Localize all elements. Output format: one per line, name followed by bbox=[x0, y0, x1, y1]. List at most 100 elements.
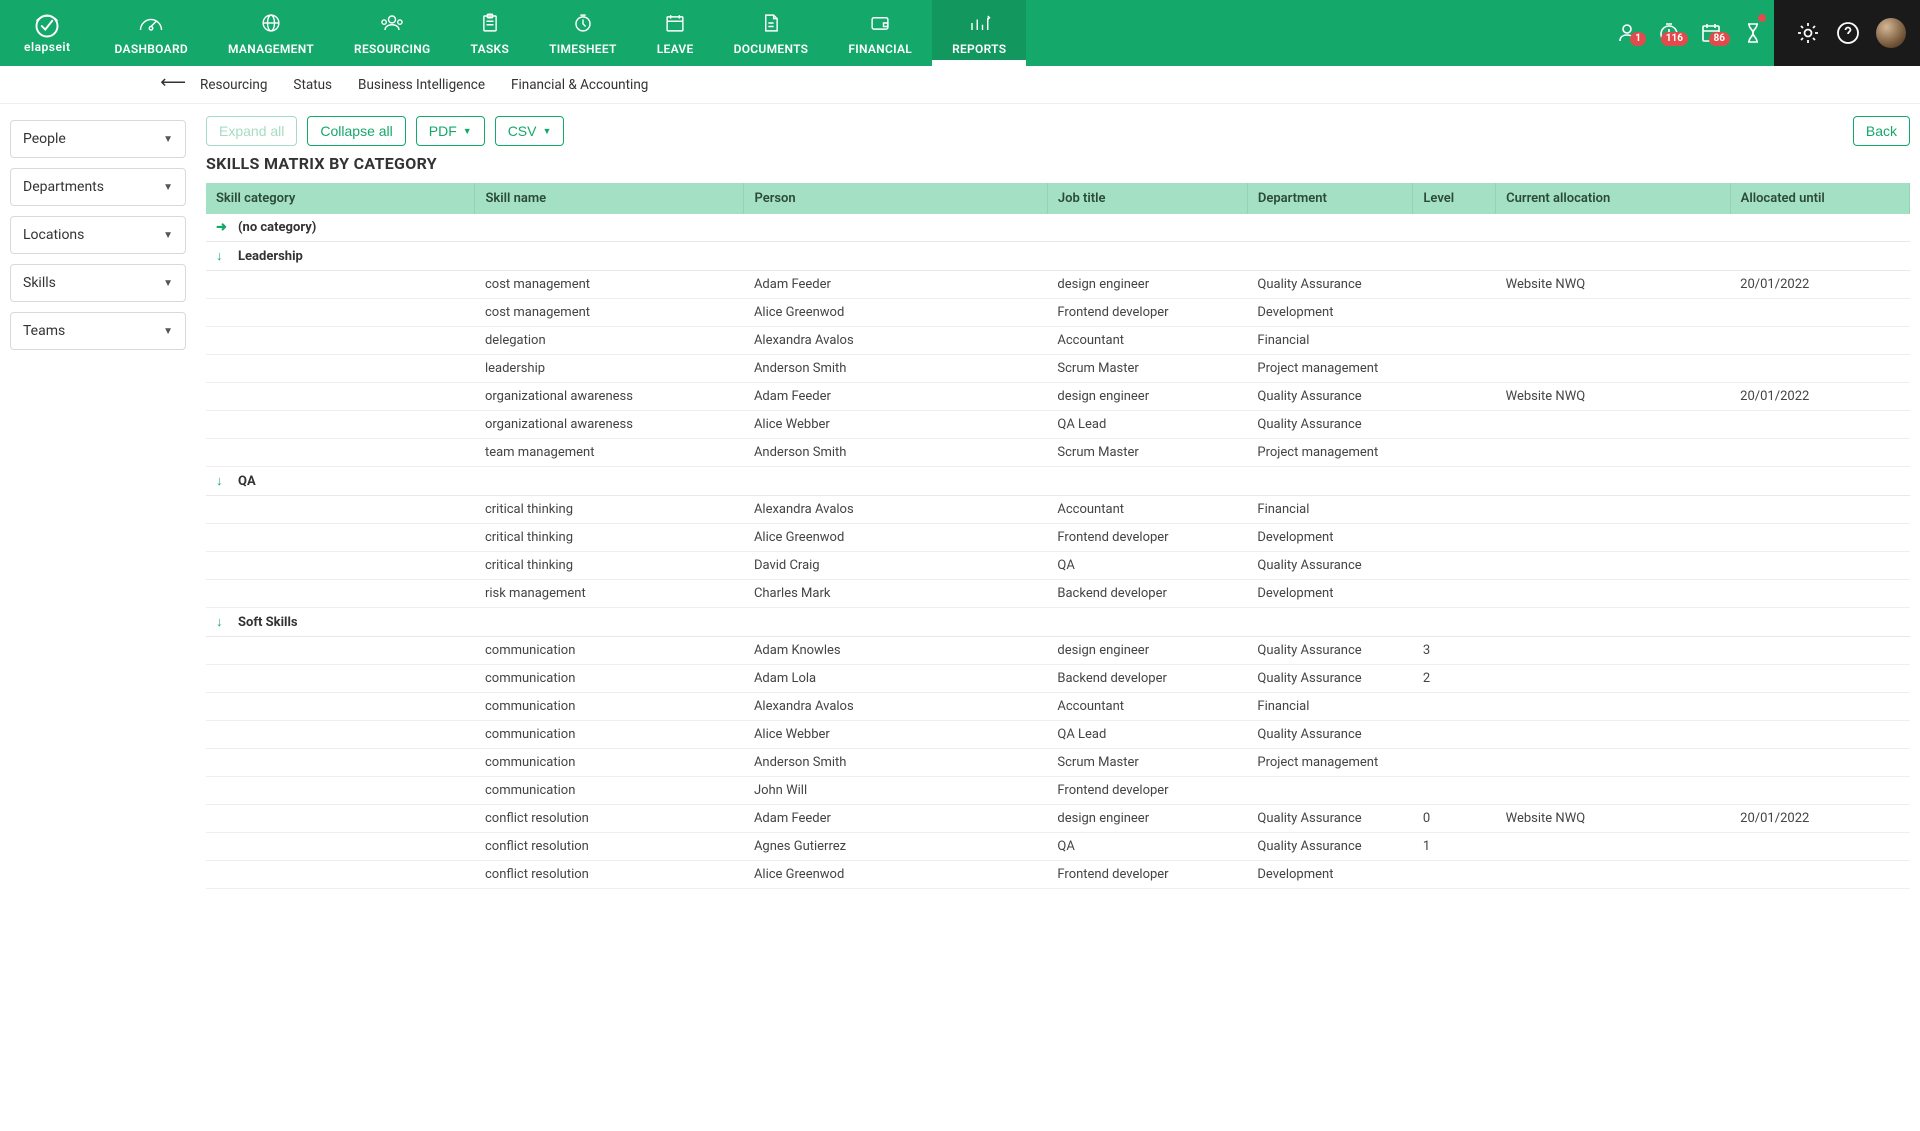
filter-people[interactable]: People▼ bbox=[10, 120, 186, 158]
nav-financial[interactable]: FINANCIAL bbox=[828, 0, 932, 66]
nav-utility bbox=[1774, 0, 1920, 66]
cell bbox=[1496, 833, 1730, 861]
th-skill[interactable]: Skill name bbox=[475, 183, 744, 214]
caret-down-icon: ▼ bbox=[542, 126, 551, 136]
th-person[interactable]: Person bbox=[744, 183, 1047, 214]
nav-items: DASHBOARD MANAGEMENT RESOURCING TASKS TI… bbox=[95, 0, 1606, 66]
th-job[interactable]: Job title bbox=[1047, 183, 1247, 214]
cell: Quality Assurance bbox=[1247, 637, 1413, 665]
filter-skills[interactable]: Skills▼ bbox=[10, 264, 186, 302]
table-row[interactable]: risk managementCharles MarkBackend devel… bbox=[206, 580, 1910, 608]
cell: cost management bbox=[475, 271, 744, 299]
settings-icon[interactable] bbox=[1796, 21, 1820, 45]
table-row[interactable]: critical thinkingAlice GreenwodFrontend … bbox=[206, 524, 1910, 552]
cell bbox=[206, 693, 475, 721]
help-icon[interactable] bbox=[1836, 21, 1860, 45]
nav-timesheet[interactable]: TIMESHEET bbox=[529, 0, 637, 66]
table-row[interactable]: communicationAnderson SmithScrum MasterP… bbox=[206, 749, 1910, 777]
notif-calendar[interactable]: 86 bbox=[1690, 0, 1732, 66]
nav-reports[interactable]: REPORTS bbox=[932, 0, 1026, 66]
nav-tasks[interactable]: TASKS bbox=[451, 0, 530, 66]
pdf-button[interactable]: PDF▼ bbox=[416, 116, 485, 146]
group-row[interactable]: ↓QA bbox=[206, 467, 1910, 496]
table-row[interactable]: leadershipAnderson SmithScrum MasterProj… bbox=[206, 355, 1910, 383]
back-button[interactable]: Back bbox=[1853, 116, 1910, 146]
cell bbox=[1496, 580, 1730, 608]
cell: critical thinking bbox=[475, 496, 744, 524]
table-row[interactable]: critical thinkingAlexandra AvalosAccount… bbox=[206, 496, 1910, 524]
top-navbar: elapseit DASHBOARD MANAGEMENT RESOURCING… bbox=[0, 0, 1920, 66]
group-row[interactable]: ↓Soft Skills bbox=[206, 608, 1910, 637]
nav-resourcing[interactable]: RESOURCING bbox=[334, 0, 450, 66]
th-until[interactable]: Allocated until bbox=[1730, 183, 1909, 214]
cell: David Craig bbox=[744, 552, 1047, 580]
notif-hourglass[interactable] bbox=[1732, 0, 1774, 66]
cell: Accountant bbox=[1047, 693, 1247, 721]
subnav-fa[interactable]: Financial & Accounting bbox=[511, 77, 648, 93]
th-alloc[interactable]: Current allocation bbox=[1496, 183, 1730, 214]
cell: communication bbox=[475, 749, 744, 777]
table-row[interactable]: communicationAdam Knowlesdesign engineer… bbox=[206, 637, 1910, 665]
th-level[interactable]: Level bbox=[1413, 183, 1496, 214]
table-row[interactable]: communicationAlexandra AvalosAccountantF… bbox=[206, 693, 1910, 721]
cell bbox=[1730, 439, 1909, 467]
filter-teams[interactable]: Teams▼ bbox=[10, 312, 186, 350]
cell: communication bbox=[475, 637, 744, 665]
filter-locations[interactable]: Locations▼ bbox=[10, 216, 186, 254]
cell: Financial bbox=[1247, 327, 1413, 355]
nav-label: RESOURCING bbox=[354, 42, 430, 56]
collapse-all-button[interactable]: Collapse all bbox=[307, 116, 405, 146]
caret-down-icon: ▼ bbox=[463, 126, 472, 136]
cell bbox=[206, 861, 475, 889]
filter-label: Departments bbox=[23, 179, 104, 195]
brand-logo[interactable]: elapseit bbox=[0, 0, 95, 66]
csv-button[interactable]: CSV▼ bbox=[495, 116, 565, 146]
caret-down-icon: ▼ bbox=[163, 230, 173, 241]
cell: delegation bbox=[475, 327, 744, 355]
avatar[interactable] bbox=[1876, 18, 1906, 48]
table-row[interactable]: communicationAlice WebberQA LeadQuality … bbox=[206, 721, 1910, 749]
notif-timer[interactable]: 116 bbox=[1648, 0, 1690, 66]
th-category[interactable]: Skill category bbox=[206, 183, 475, 214]
table-row[interactable]: cost managementAdam Feederdesign enginee… bbox=[206, 271, 1910, 299]
filter-label: Teams bbox=[23, 323, 65, 339]
cell: QA Lead bbox=[1047, 721, 1247, 749]
cell: Website NWQ bbox=[1496, 805, 1730, 833]
nav-management[interactable]: MANAGEMENT bbox=[208, 0, 334, 66]
table-row[interactable]: conflict resolutionAgnes GutierrezQAQual… bbox=[206, 833, 1910, 861]
cell: Alice Greenwod bbox=[744, 524, 1047, 552]
table-row[interactable]: organizational awarenessAdam Feederdesig… bbox=[206, 383, 1910, 411]
expand-all-button[interactable]: Expand all bbox=[206, 116, 297, 146]
table-row[interactable]: critical thinkingDavid CraigQAQuality As… bbox=[206, 552, 1910, 580]
nav-dashboard[interactable]: DASHBOARD bbox=[95, 0, 208, 66]
table-row[interactable]: team managementAnderson SmithScrum Maste… bbox=[206, 439, 1910, 467]
subnav-resourcing[interactable]: Resourcing bbox=[200, 77, 267, 93]
cell bbox=[1413, 749, 1496, 777]
collapse-sidebar-icon[interactable]: ⟵ bbox=[160, 72, 186, 93]
table-row[interactable]: organizational awarenessAlice WebberQA L… bbox=[206, 411, 1910, 439]
group-row[interactable]: ↓Leadership bbox=[206, 242, 1910, 271]
calendar-icon bbox=[661, 11, 689, 38]
sidebar-filters: ⟵ People▼ Departments▼ Locations▼ Skills… bbox=[0, 104, 196, 889]
subnav-bi[interactable]: Business Intelligence bbox=[358, 77, 485, 93]
cell bbox=[1730, 524, 1909, 552]
notif-person[interactable]: 1 bbox=[1606, 0, 1648, 66]
cell: Adam Feeder bbox=[744, 383, 1047, 411]
table-row[interactable]: cost managementAlice GreenwodFrontend de… bbox=[206, 299, 1910, 327]
cell bbox=[206, 721, 475, 749]
cell bbox=[1496, 637, 1730, 665]
nav-label: DASHBOARD bbox=[115, 42, 188, 56]
table-row[interactable]: conflict resolutionAdam Feederdesign eng… bbox=[206, 805, 1910, 833]
cell: Quality Assurance bbox=[1247, 271, 1413, 299]
th-dept[interactable]: Department bbox=[1247, 183, 1413, 214]
filter-departments[interactable]: Departments▼ bbox=[10, 168, 186, 206]
table-row[interactable]: delegationAlexandra AvalosAccountantFina… bbox=[206, 327, 1910, 355]
table-row[interactable]: communicationAdam LolaBackend developerQ… bbox=[206, 665, 1910, 693]
nav-leave[interactable]: LEAVE bbox=[637, 0, 714, 66]
nav-documents[interactable]: DOCUMENTS bbox=[714, 0, 829, 66]
group-row[interactable]: ➜(no category) bbox=[206, 214, 1910, 242]
table-row[interactable]: conflict resolutionAlice GreenwodFronten… bbox=[206, 861, 1910, 889]
subnav-status[interactable]: Status bbox=[293, 77, 332, 93]
table-row[interactable]: communicationJohn WillFrontend developer bbox=[206, 777, 1910, 805]
cell: Adam Feeder bbox=[744, 271, 1047, 299]
